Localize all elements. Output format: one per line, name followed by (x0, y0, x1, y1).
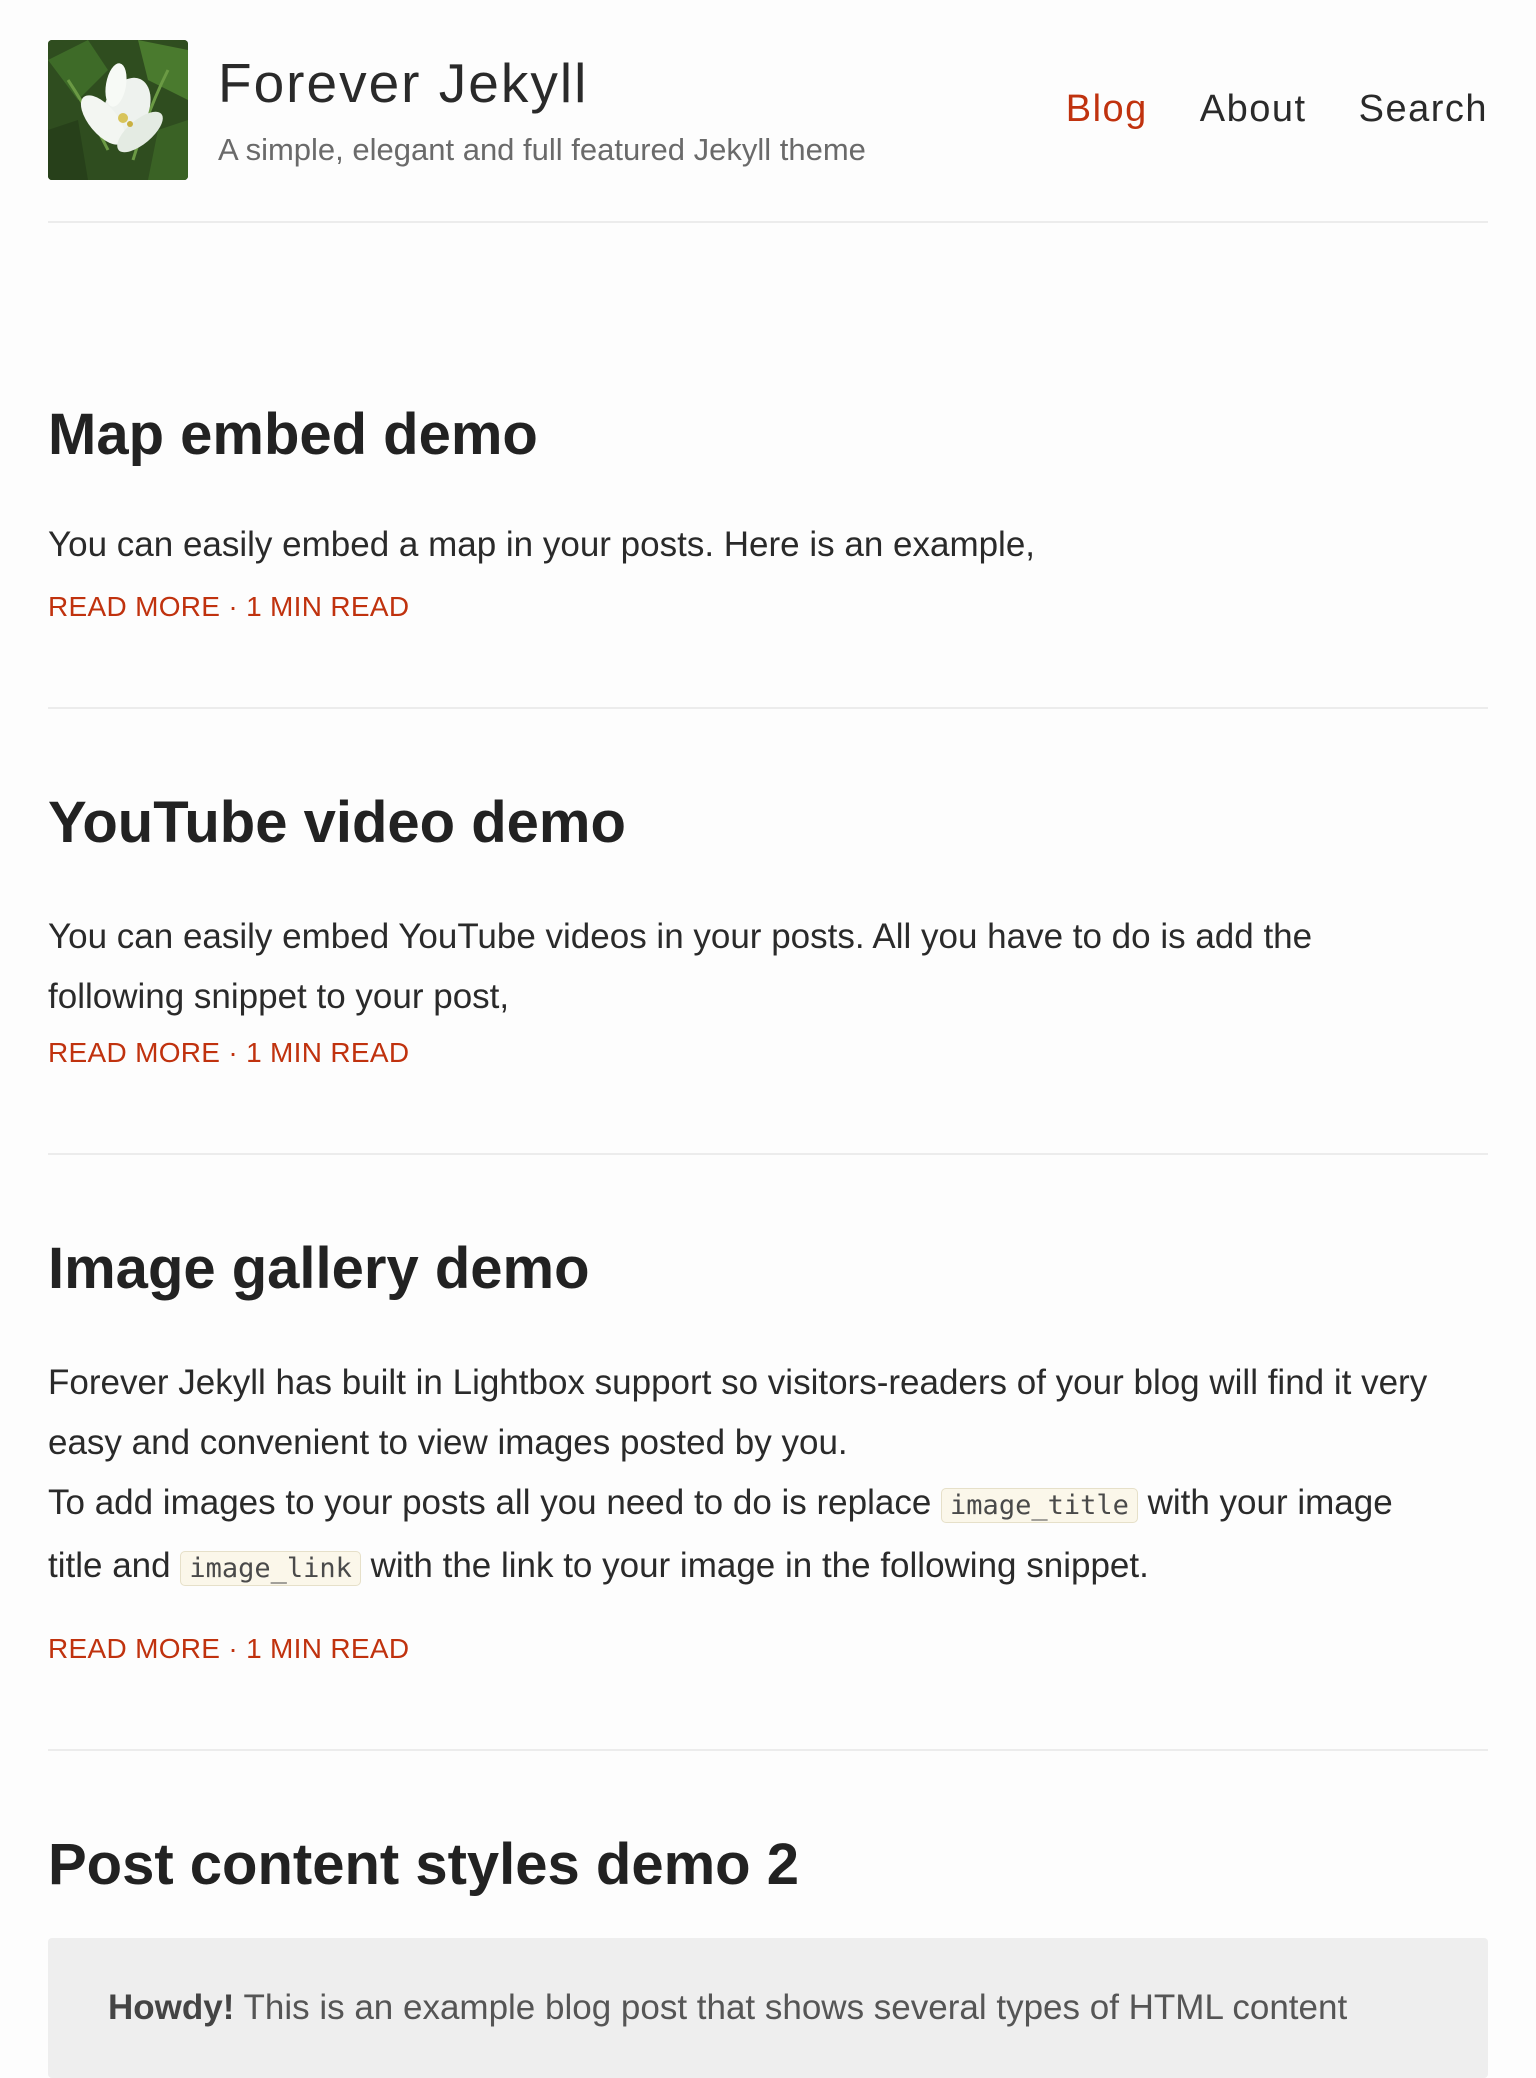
excerpt-line: easy and convenient to view images poste… (48, 1423, 848, 1462)
post-title[interactable]: Map embed demo (48, 406, 538, 464)
excerpt-line: with your image (1147, 1483, 1393, 1522)
read-time: 1 MIN READ (246, 591, 410, 622)
post-meta: READ MORE · 1 MIN READ (48, 1635, 409, 1663)
inline-code: image_link (180, 1551, 361, 1586)
site-tagline: A simple, elegant and full featured Jeky… (218, 132, 866, 167)
read-time: 1 MIN READ (246, 1633, 410, 1664)
excerpt-line: To add images to your posts all you need… (48, 1483, 932, 1522)
excerpt-line: following snippet to your post, (48, 977, 510, 1016)
site-title[interactable]: Forever Jekyll (218, 56, 588, 111)
nav-blog-link[interactable]: Blog (1066, 90, 1148, 128)
post-excerpt: Forever Jekyll has built in Lightbox sup… (48, 1353, 1427, 1599)
lily-logo-icon (48, 40, 188, 180)
post-item: Image gallery demo Forever Jekyll has bu… (48, 1155, 1488, 1751)
post-meta: READ MORE · 1 MIN READ (48, 1039, 409, 1067)
post-title[interactable]: YouTube video demo (48, 794, 626, 852)
post-item: YouTube video demo You can easily embed … (48, 709, 1488, 1155)
inline-code: image_title (941, 1488, 1138, 1523)
post-title[interactable]: Image gallery demo (48, 1240, 590, 1298)
nav-about-link[interactable]: About (1200, 90, 1307, 128)
callout-body: This is an example blog post that shows … (243, 1988, 1348, 2027)
post-title[interactable]: Post content styles demo 2 (48, 1836, 799, 1894)
read-time: 1 MIN READ (246, 1037, 410, 1068)
read-more-link[interactable]: READ MORE (48, 1037, 220, 1068)
callout-text: Howdy! This is an example blog post that… (108, 1988, 1347, 2028)
post-meta: READ MORE · 1 MIN READ (48, 593, 409, 621)
excerpt-line: Forever Jekyll has built in Lightbox sup… (48, 1363, 1428, 1402)
read-more-link[interactable]: READ MORE (48, 591, 220, 622)
post-item: Map embed demo You can easily embed a ma… (48, 223, 1488, 709)
excerpt-line: You can easily embed YouTube videos in y… (48, 917, 1313, 956)
read-more-link[interactable]: READ MORE (48, 1633, 220, 1664)
site-logo[interactable] (48, 40, 188, 180)
excerpt-line: title and (48, 1546, 171, 1585)
meta-separator: · (228, 1633, 238, 1664)
main-nav: Blog About Search (1066, 90, 1488, 128)
nav-search-link[interactable]: Search (1359, 90, 1488, 128)
meta-separator: · (228, 1037, 238, 1068)
site-header: Forever Jekyll A simple, elegant and ful… (48, 0, 1488, 223)
post-excerpt: You can easily embed a map in your posts… (48, 525, 1036, 564)
post-callout: Howdy! This is an example blog post that… (48, 1938, 1488, 2078)
callout-bold: Howdy! (108, 1988, 235, 2027)
meta-separator: · (228, 591, 238, 622)
excerpt-line: with the link to your image in the follo… (370, 1546, 1149, 1585)
page: Forever Jekyll A simple, elegant and ful… (48, 0, 1488, 2078)
post-excerpt: You can easily embed YouTube videos in y… (48, 907, 1312, 1027)
